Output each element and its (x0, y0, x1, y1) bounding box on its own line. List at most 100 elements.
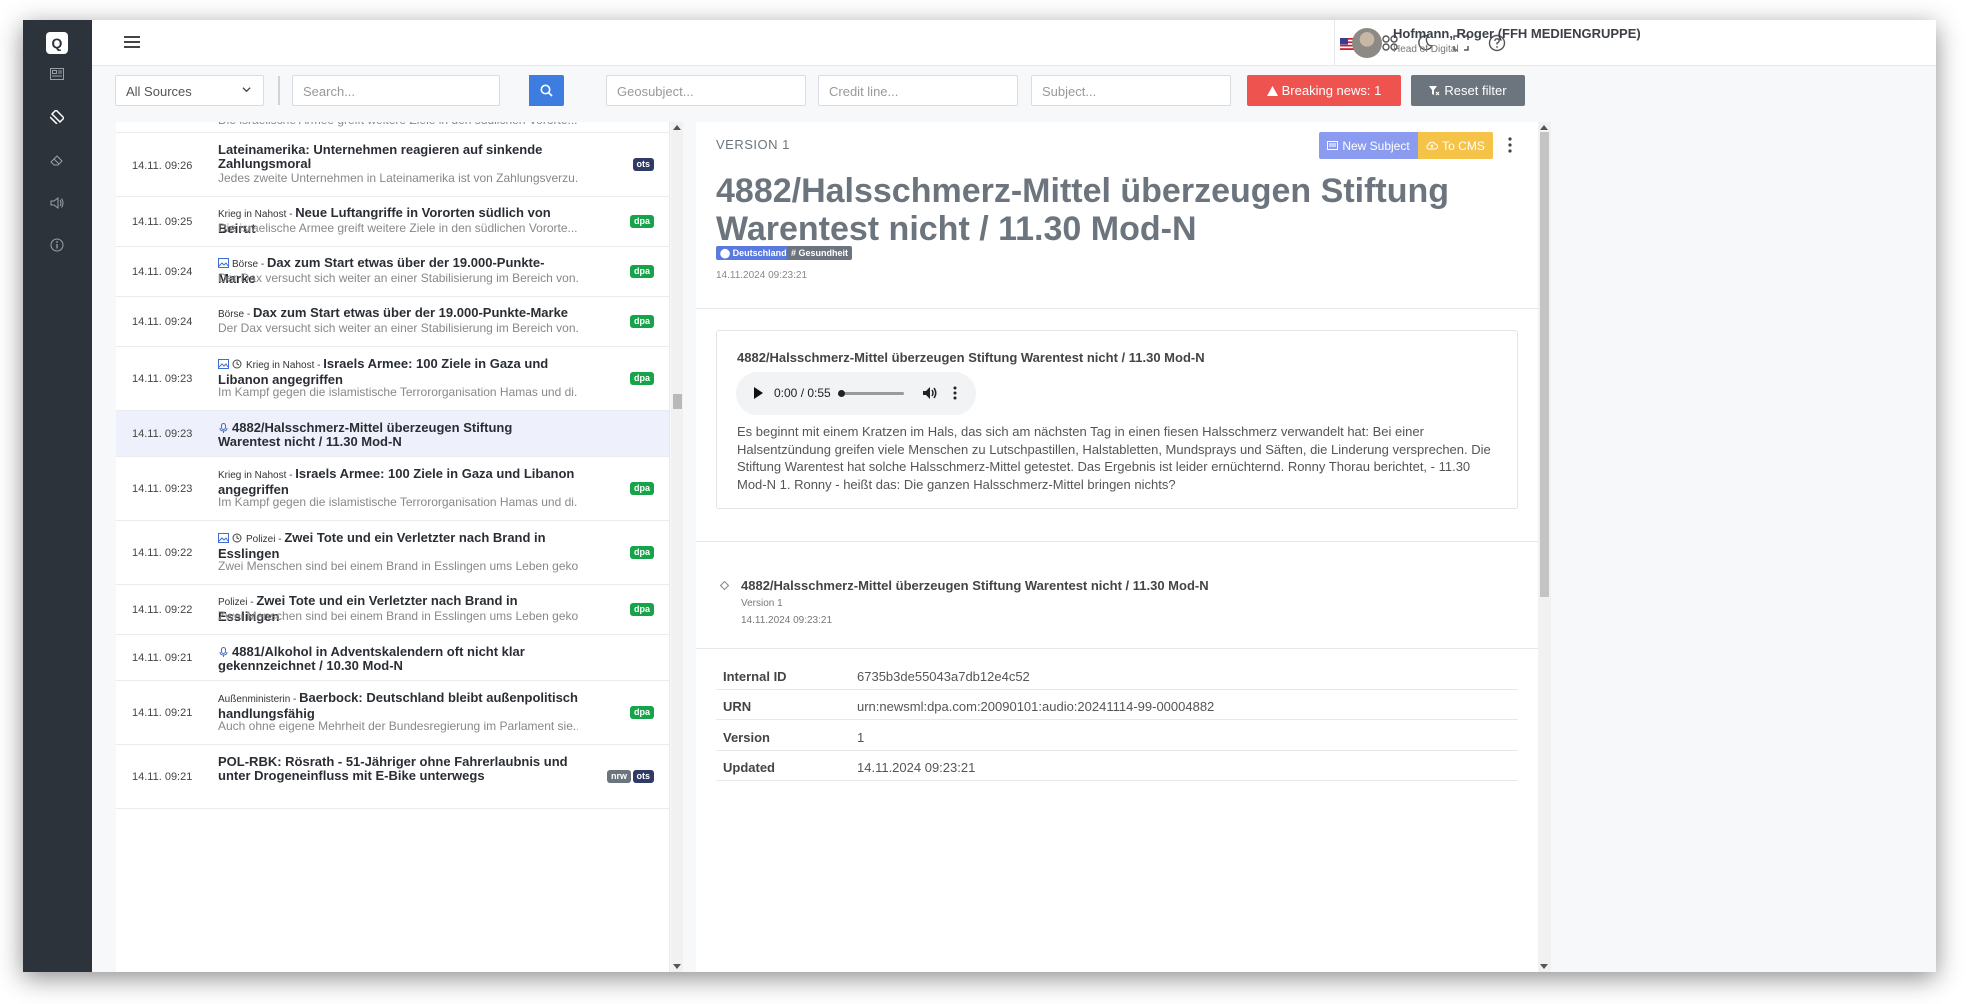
article-body: Es beginnt mit einem Kratzen im Hals, da… (737, 424, 1491, 492)
meta-row-updated: Updated 14.11.2024 09:23:21 (716, 751, 1518, 781)
list-item[interactable]: Die israelische Armee greift weitere Zie… (116, 122, 669, 133)
breaking-news-button[interactable]: Breaking news: 1 (1247, 75, 1401, 106)
avatar[interactable] (1352, 28, 1382, 58)
news-feed-icon[interactable] (45, 62, 69, 86)
search-icon (540, 84, 553, 97)
source-badge: nrw (606, 770, 631, 783)
subject-tag-badge[interactable]: # Gesundheit (787, 246, 853, 260)
list-item[interactable]: 14.11. 09:25 Krieg in Nahost - Neue Lufta… (116, 197, 669, 247)
eraser-icon[interactable] (45, 148, 69, 172)
list-item-summary: Zwei Menschen sind bei einem Brand in Es… (218, 609, 578, 623)
list-item-title-block: Krieg in Nahost - Israels Armee: 100 Zie… (218, 357, 578, 387)
cloud-upload-icon (1426, 141, 1439, 150)
list-item-title: 4881/Alkohol in Adventskalendern oft nic… (218, 644, 525, 673)
user-name[interactable]: Hofmann, Roger (FFH MEDIENGRUPPE) (1393, 26, 1641, 41)
source-badge: dpa (629, 546, 654, 559)
user-role: Head of Digital (1393, 44, 1459, 55)
geo-tag-badge[interactable]: ⬤ Deutschland (716, 246, 791, 260)
subject-input[interactable]: Subject... (1031, 75, 1231, 106)
list-item-title-block: POL-RBK: Rösrath - 51-Jähriger ohne Fahr… (218, 755, 578, 783)
meta-key: URN (723, 699, 752, 714)
list-item[interactable]: 14.11. 09:23 Krieg in Nahost - Israels Ar… (116, 457, 669, 521)
audio-player[interactable]: 0:00 / 0:55 (736, 372, 976, 415)
audio-progress-track[interactable] (840, 392, 904, 395)
list-item-title-block: Börse - Dax zum Start etwas über der 19.… (218, 306, 578, 322)
list-scrollbar[interactable] (671, 122, 683, 972)
list-item-time: 14.11. 09:24 (132, 266, 193, 278)
detail-scrollbar-thumb[interactable] (1540, 132, 1549, 597)
list-item[interactable]: 14.11. 09:23 4882/Halsschmerz-Mittel über… (116, 411, 669, 457)
audio-time: 0:00 / 0:55 (774, 386, 831, 400)
list-item[interactable]: 14.11. 09:24 Börse - Dax zum Start etwas … (116, 297, 669, 347)
chevron-down-icon (242, 87, 251, 93)
list-item-category: Börse (232, 259, 259, 270)
new-subject-button[interactable]: New Subject (1319, 132, 1418, 159)
image-icon (218, 358, 229, 369)
list-item-time: 14.11. 09:26 (132, 160, 193, 172)
version-label: VERSION 1 (716, 137, 790, 152)
app-logo-icon[interactable]: Q (46, 32, 68, 54)
version-history-title[interactable]: 4882/Halsschmerz-Mittel überzeugen Stift… (741, 578, 1209, 593)
wires-icon[interactable] (45, 105, 69, 129)
scroll-down-arrow-icon[interactable] (1540, 964, 1548, 969)
separator: - (314, 360, 324, 371)
list-item-summary: Die israelische Armee greift weitere Zie… (218, 221, 578, 235)
list-item-category: Krieg in Nahost (218, 470, 287, 481)
to-cms-label: To CMS (1442, 138, 1485, 153)
list-item-title-block: Polizei - Zwei Tote und ein Verletzter n… (218, 531, 578, 561)
search-button[interactable] (529, 75, 564, 106)
breaking-news-label: Breaking news: 1 (1281, 83, 1382, 98)
list-item[interactable]: 14.11. 09:23 Krieg in Nahost - Israels Ar… (116, 347, 669, 411)
list-item-summary: Auch ohne eigene Mehrheit der Bundesregi… (218, 719, 578, 733)
list-item-title: Dax zum Start etwas über der 19.000-Punk… (253, 305, 569, 320)
list-item-summary: Der Dax versucht sich weiter an einer St… (218, 271, 578, 285)
volume-icon[interactable] (922, 385, 938, 401)
info-icon[interactable] (45, 233, 69, 257)
search-input[interactable]: Search... (292, 75, 500, 106)
article-headline: 4882/Halsschmerz-Mittel überzeugen Stift… (716, 172, 1450, 248)
left-rail: Q (23, 20, 92, 972)
newspaper-icon (1327, 141, 1339, 150)
reset-filter-button[interactable]: Reset filter (1411, 75, 1525, 106)
list-item[interactable]: 14.11. 09:21 4881/Alkohol in Adventskalen… (116, 635, 669, 681)
list-item-time: 14.11. 09:23 (132, 373, 193, 385)
clock-icon (232, 532, 243, 543)
list-item[interactable]: 14.11. 09:24 Börse - Dax zum Start etwas … (116, 247, 669, 297)
list-item[interactable]: 14.11. 09:21 Außenministerin - Baerbock: … (116, 681, 669, 745)
audio-progress-handle[interactable] (838, 390, 845, 397)
list-item-time: 14.11. 09:25 (132, 216, 193, 228)
list-item-time: 14.11. 09:23 (132, 428, 193, 440)
play-icon[interactable] (754, 387, 763, 399)
scroll-up-arrow-icon[interactable] (673, 125, 681, 130)
audio-icon[interactable] (45, 191, 69, 215)
more-options-icon[interactable] (1504, 136, 1516, 154)
subject-tag-label: Gesundheit (798, 248, 849, 258)
list-item-category: Außenministerin (218, 694, 291, 705)
meta-value: 14.11.2024 09:23:21 (857, 760, 976, 775)
list-scrollbar-thumb[interactable] (673, 394, 682, 409)
scroll-up-arrow-icon[interactable] (1540, 125, 1548, 130)
scroll-down-arrow-icon[interactable] (673, 964, 681, 969)
divider (278, 76, 280, 105)
new-subject-label: New Subject (1342, 138, 1410, 153)
player-more-icon[interactable] (952, 385, 958, 401)
list-item[interactable]: 14.11. 09:22 Polizei - Zwei Tote und ein … (116, 521, 669, 585)
list-item[interactable]: 14.11. 09:21 POL-RBK: Rösrath - 51-Jährig… (116, 745, 669, 809)
to-cms-button[interactable]: To CMS (1418, 132, 1493, 159)
hamburger-menu-icon[interactable] (122, 32, 144, 54)
list-item-title-block: Lateinamerika: Unternehmen reagieren auf… (218, 143, 578, 171)
list-item-time: 14.11. 09:21 (132, 652, 193, 664)
clock-icon (232, 358, 243, 369)
geosubject-input[interactable]: Geosubject... (606, 75, 806, 106)
credit-line-input[interactable]: Credit line... (818, 75, 1018, 106)
app-window: Q Hofmann, Roger (FFH MEDIENGRUPPE) Head… (23, 20, 1936, 972)
list-item-time: 14.11. 09:22 (132, 604, 193, 616)
source-badge: dpa (629, 706, 654, 719)
list-item-title: POL-RBK: Rösrath - 51-Jähriger ohne Fahr… (218, 754, 568, 783)
source-badge: ots (632, 770, 654, 783)
list-item-summary: Der Dax versucht sich weiter an einer St… (218, 321, 578, 335)
audio-card: 4882/Halsschmerz-Mittel überzeugen Stift… (716, 330, 1518, 509)
source-select[interactable]: All Sources (115, 75, 264, 106)
list-item[interactable]: 14.11. 09:22 Polizei - Zwei Tote und ein … (116, 585, 669, 635)
list-item[interactable]: 14.11. 09:26 Lateinamerika: Unternehmen r… (116, 133, 669, 197)
